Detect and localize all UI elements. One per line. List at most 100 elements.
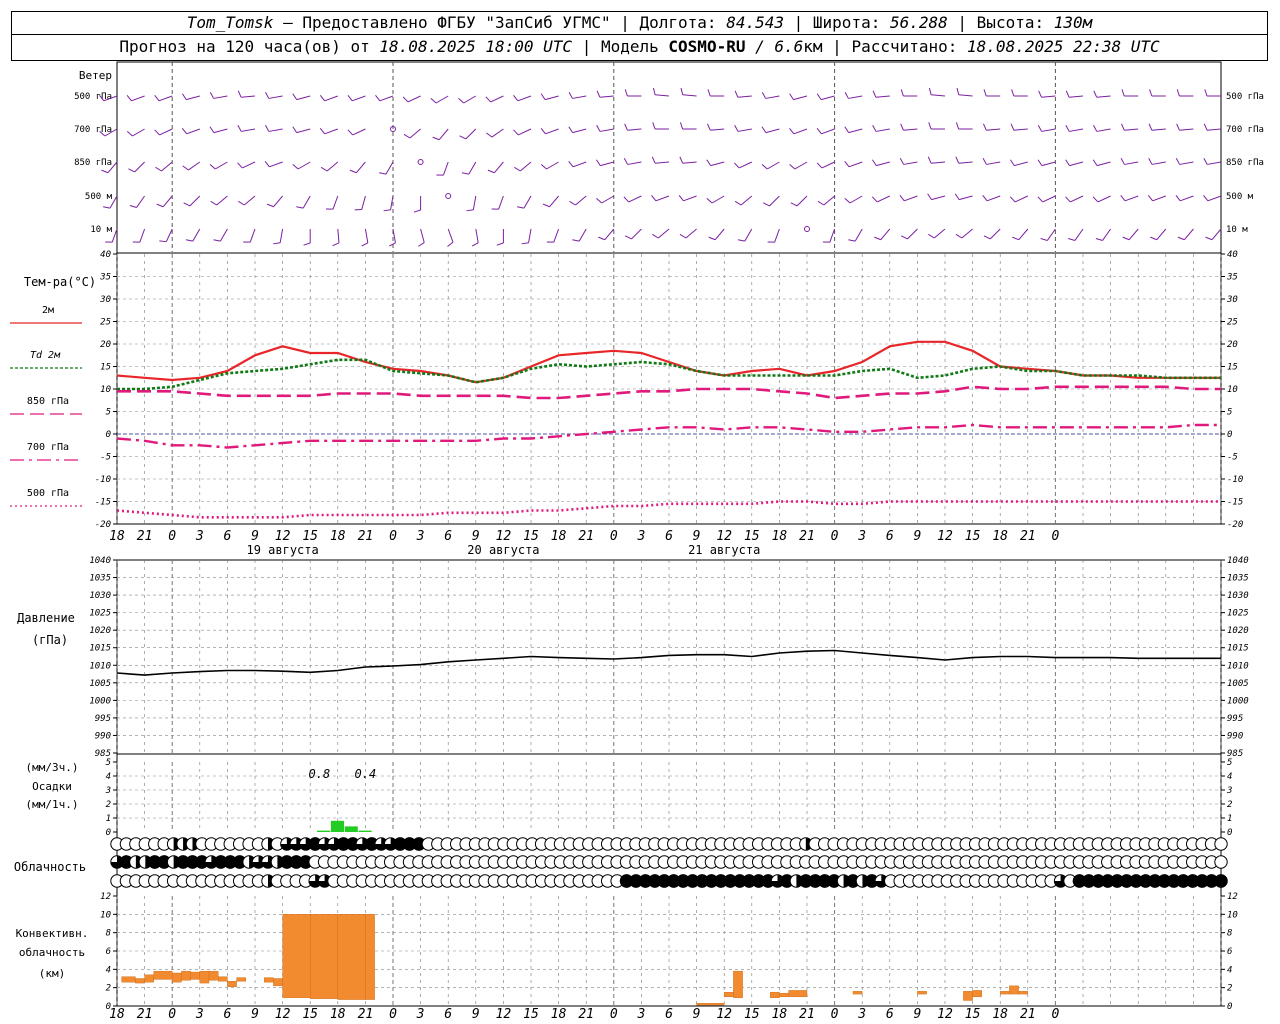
hour-tick-label: 0 (1051, 1007, 1059, 1022)
hour-tick-label: 9 (693, 529, 701, 544)
wind-barb-feather (927, 156, 932, 164)
wind-barb-shaft (1014, 161, 1028, 167)
wind-barb-shaft (740, 195, 753, 206)
wind-barb-shaft (880, 228, 891, 241)
wind-barb-shaft (134, 161, 145, 173)
wind-barb-shaft (986, 128, 1001, 131)
wind-barb-feather (292, 126, 298, 133)
wind-barb-shaft (1097, 195, 1111, 203)
convective-bar (770, 992, 780, 998)
wind-barb-shaft (737, 95, 752, 98)
wind-barb-shaft (823, 195, 835, 206)
wind-barb-feather (955, 122, 960, 130)
wind-barb-shaft (523, 195, 532, 209)
wind-barb-feather (982, 194, 988, 202)
wind-barb-shaft (829, 228, 836, 243)
hour-tick-label: 9 (251, 1007, 259, 1022)
precip-bar (317, 830, 331, 832)
wind-barb-feather (264, 160, 270, 168)
hour-tick-label: 18 (551, 529, 567, 544)
hour-tick-label: 15 (302, 529, 318, 544)
wind-barb-feather (568, 92, 573, 99)
wind-barb-shaft (162, 195, 173, 208)
pressure-tick-label: 1015 (1227, 644, 1249, 654)
wind-barb-feather (1010, 159, 1015, 166)
hour-tick-label: 21 (1020, 529, 1036, 544)
wind-barb-shaft (875, 95, 890, 98)
wind-barb-shaft (279, 228, 284, 243)
wind-barb-feather (679, 156, 684, 164)
wind-barb-feather (789, 127, 795, 135)
wind-barb-feather (955, 156, 960, 164)
wind-barb-shaft (161, 161, 173, 172)
conv-tick-label: 12 (1227, 892, 1238, 902)
convective-bar (227, 981, 237, 987)
wind-barb-shaft (1180, 195, 1194, 202)
wind-barb-shaft (192, 228, 201, 242)
wind-barb-feather (265, 125, 270, 132)
hour-tick-label: 15 (744, 1007, 760, 1022)
wind-barb-shaft (794, 161, 808, 170)
precip-title: Осадки (32, 780, 72, 793)
wind-barb-feather (1065, 196, 1071, 203)
precip-bar (344, 826, 358, 832)
hour-tick-label: 6 (444, 1007, 452, 1022)
wind-barb-feather (159, 240, 167, 243)
cloud-title: Облачность (14, 860, 86, 874)
date-label: 21 августа (688, 543, 760, 557)
wind-barb-feather (303, 242, 311, 246)
wind-barb-shaft (601, 195, 615, 204)
wind-barb-feather (928, 233, 935, 239)
precip-bar (330, 820, 345, 832)
wind-barb-feather (1203, 194, 1209, 202)
wind-barb-shaft (961, 228, 973, 239)
wind-barb-feather (1148, 158, 1153, 165)
wind-barb-shaft (268, 128, 283, 132)
hour-tick-label: 6 (665, 529, 673, 544)
temp-legend-label: Td 2м (30, 350, 61, 361)
wind-barb-feather (733, 162, 740, 169)
wind-barb-feather (540, 163, 547, 170)
temp-tick-label: 20 (1227, 340, 1238, 350)
precip-tick-label: 4 (1227, 772, 1232, 782)
wind-barb-feather (1122, 236, 1130, 241)
pressure-tick-label: 1005 (89, 679, 111, 689)
wind-barb-shaft (188, 161, 201, 171)
wind-barb-shaft (158, 95, 173, 102)
precip-title: (мм/3ч.) (26, 761, 79, 774)
wind-barb-shaft (1041, 128, 1056, 132)
wind-barb-shaft (468, 161, 477, 175)
wind-barb-feather (652, 233, 659, 239)
wind-barb-shaft (769, 195, 780, 207)
pressure-tick-label: 990 (1227, 731, 1243, 741)
wind-level-label: 10 м (90, 225, 112, 235)
temp-tick-label: -15 (1227, 498, 1243, 508)
conv-tick-label: 4 (1227, 965, 1232, 975)
wind-level-label: 10 м (1226, 225, 1248, 235)
wind-barb-feather (1092, 196, 1099, 203)
wind-barb-feather (623, 158, 629, 165)
wind-barb-shaft (821, 161, 835, 169)
wind-barb-shaft (793, 128, 808, 135)
wind-barb-feather (154, 129, 160, 136)
wind-level-label: 850 гПа (74, 158, 112, 168)
wind-barb-feather (624, 89, 628, 97)
wind-barb-feather (983, 235, 991, 240)
temp-tick-label: 0 (106, 430, 111, 440)
wind-barb-feather (816, 93, 822, 100)
temp-tick-label: -10 (95, 475, 111, 485)
wind-barb-shaft (165, 228, 173, 242)
pressure-tick-label: 1020 (1227, 626, 1249, 636)
wind-barb-feather (430, 97, 437, 104)
hour-tick-label: 6 (223, 1007, 231, 1022)
wind-barb-feather (1037, 125, 1043, 132)
hour-tick-label: 3 (636, 1007, 645, 1022)
pressure-tick-label: 1025 (1227, 609, 1249, 619)
wind-barb-feather (447, 241, 454, 247)
pressure-tick-label: 1010 (89, 661, 111, 671)
temp-legend-label: 850 гПа (27, 396, 69, 407)
wind-barb-shaft (385, 161, 394, 175)
wind-barb-shaft (379, 95, 394, 102)
wind-barb-feather (375, 94, 381, 102)
wind-barb-feather (237, 162, 243, 169)
